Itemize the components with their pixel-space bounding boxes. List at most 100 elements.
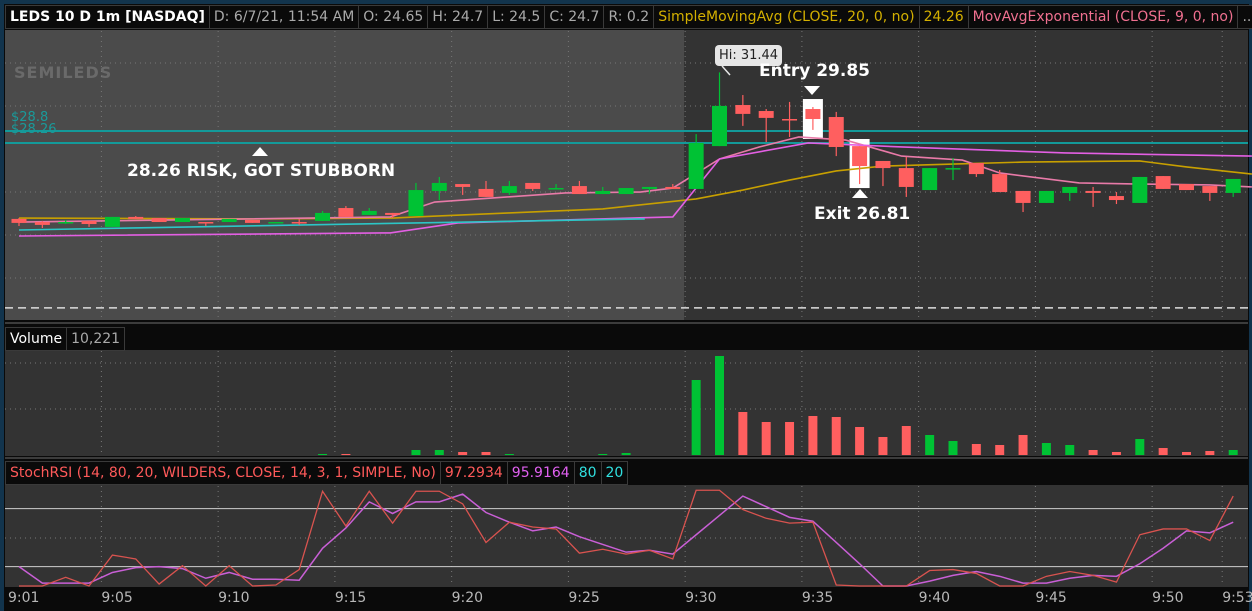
candle-body — [525, 182, 541, 189]
candle-body — [1062, 186, 1078, 193]
stochrsi-d-value: 95.9164 — [508, 462, 575, 484]
candle-body — [688, 142, 704, 189]
candle-body — [922, 168, 938, 191]
chart-header: LEDS 10 D 1m [NASDAQ] D: 6/7/21, 11:54 A… — [5, 5, 1252, 29]
time-axis-label: 9:45 — [1035, 590, 1067, 606]
candle-body — [992, 174, 1008, 193]
time-axis-label: 9:15 — [334, 590, 367, 606]
high-value: H: 24.7 — [428, 6, 489, 28]
volume-label[interactable]: Volume — [6, 328, 68, 350]
stochrsi-upper-value: 80 — [575, 462, 602, 484]
volume-bar — [1041, 443, 1051, 455]
candle-body — [11, 218, 27, 223]
volume-bar — [831, 417, 841, 455]
entry-arrow-down-icon — [804, 86, 820, 95]
stochrsi-d-line — [18, 493, 1234, 587]
volume-bar — [715, 356, 724, 455]
candle-body — [361, 210, 377, 215]
candle-body — [852, 146, 868, 167]
candle-body — [1155, 176, 1171, 189]
sma-study-label[interactable]: SimpleMovingAvg (CLOSE, 20, 0, no) — [654, 6, 920, 28]
exit-arrow-up-icon — [852, 189, 868, 198]
candle-body — [431, 182, 447, 191]
candle-body — [198, 222, 214, 224]
candle-body — [478, 188, 494, 197]
volume-bar — [504, 454, 514, 455]
volume-bar — [1088, 450, 1098, 455]
risk-annotation[interactable]: 28.26 RISK, GOT STUBBORN — [127, 161, 395, 181]
volume-value: 10,221 — [71, 331, 121, 347]
volume-bar — [995, 445, 1005, 455]
volume-bar — [691, 380, 701, 455]
candle-body — [104, 216, 120, 227]
ema-study-label[interactable]: MovAvgExponential (CLOSE, 9, 0, no) — [969, 6, 1239, 28]
more-studies-button[interactable]: ... — [1238, 6, 1252, 28]
candle-body — [665, 186, 681, 189]
volume-bar — [411, 450, 421, 455]
volume-bar — [971, 444, 981, 455]
candle-body — [34, 222, 50, 225]
volume-bar — [1135, 439, 1145, 455]
volume-bar — [1111, 452, 1121, 455]
candle-body — [548, 188, 564, 190]
candle-body — [945, 168, 961, 170]
candle-body — [151, 218, 167, 223]
volume-bar — [458, 452, 468, 455]
candle-body — [1225, 178, 1241, 193]
candle-body — [712, 105, 727, 147]
time-axis-label: 9:35 — [801, 590, 834, 606]
candle-body — [595, 190, 611, 195]
volume-bar — [341, 454, 351, 455]
candle-body — [501, 186, 517, 193]
symbol-label[interactable]: LEDS 10 D 1m [NASDAQ] — [6, 6, 210, 28]
candle-body — [571, 186, 587, 195]
volume-bar — [761, 422, 771, 455]
candle-body — [455, 184, 471, 187]
candle-body — [245, 220, 260, 223]
volume-bar — [434, 450, 444, 455]
volume-bar — [785, 422, 795, 455]
stochrsi-k-value: 97.2934 — [441, 462, 508, 484]
volume-bar — [948, 441, 958, 455]
time-axis-label: 9:40 — [918, 590, 951, 606]
candle-body — [58, 222, 74, 224]
candle-body — [1085, 190, 1101, 193]
candle-body — [174, 218, 190, 223]
candle-body — [641, 186, 657, 189]
open-value: O: 24.65 — [359, 6, 429, 28]
candle-body — [315, 212, 331, 221]
candle-body — [81, 220, 97, 225]
candle-body — [221, 218, 237, 223]
time-axis-label: 9:50 — [1152, 590, 1184, 606]
candle-body — [782, 119, 798, 121]
low-value: L: 24.5 — [488, 6, 546, 28]
stochrsi-lower-value: 20 — [605, 465, 624, 481]
candle-body — [338, 208, 354, 217]
candle-body — [875, 160, 891, 169]
stochrsi-label[interactable]: StochRSI (14, 80, 20, WILDERS, CLOSE, 14… — [6, 462, 441, 484]
candle-body — [268, 222, 284, 224]
volume-bar — [925, 435, 935, 455]
volume-bar — [598, 454, 608, 455]
volume-bar — [738, 412, 748, 455]
volume-bar — [855, 427, 865, 455]
volume-bar — [621, 453, 631, 455]
volume-bar — [878, 437, 888, 455]
exit-annotation[interactable]: Exit 26.81 — [814, 204, 910, 224]
candle-body — [828, 117, 844, 147]
candle-body — [1132, 176, 1148, 203]
candle-body — [1202, 186, 1218, 193]
volume-bar — [1018, 435, 1028, 455]
chart-canvas — [5, 31, 1252, 587]
close-value: C: 24.7 — [545, 6, 605, 28]
volume-bar — [1228, 450, 1238, 455]
candle-body — [1038, 190, 1054, 203]
risk-arrow-up-icon — [252, 147, 268, 156]
volume-header: Volume 10,221 — [5, 327, 126, 351]
candle-body — [1179, 184, 1194, 191]
volume-bar — [808, 416, 818, 455]
volume-bar — [901, 426, 911, 455]
candle-body — [1108, 196, 1124, 201]
candle-body — [805, 109, 821, 120]
entry-annotation[interactable]: Entry 29.85 — [759, 61, 870, 81]
